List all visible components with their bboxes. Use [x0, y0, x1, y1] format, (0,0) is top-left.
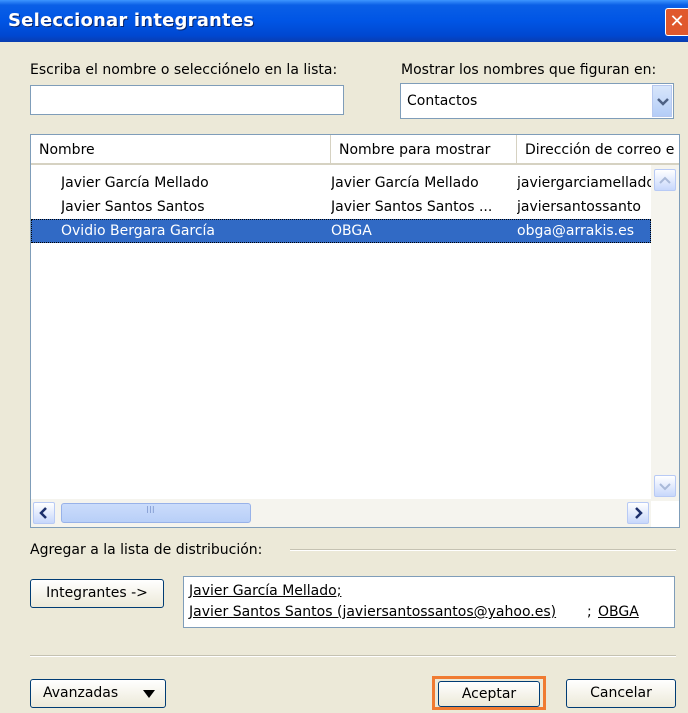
scroll-thumb[interactable]: III	[61, 503, 251, 523]
title-bar[interactable]: Seleccionar integrantes ✕	[0, 0, 688, 42]
footer-divider	[30, 655, 676, 657]
contact-email: obga@arrakis.es	[517, 223, 634, 239]
column-header-email[interactable]: Dirección de correo e	[517, 135, 679, 163]
scroll-left-icon	[39, 507, 47, 519]
group-divider	[290, 549, 676, 551]
contact-display-name: Javier García Mellado	[331, 175, 479, 191]
member-link[interactable]: OBGA	[598, 604, 639, 620]
contact-display-name: Javier Santos Santos ...	[331, 199, 493, 215]
scroll-grip: III	[146, 505, 155, 516]
distribution-label: Agregar a la lista de distribución:	[30, 542, 263, 558]
close-button[interactable]: ✕	[665, 8, 688, 36]
scroll-right-button[interactable]	[627, 502, 649, 524]
member-link[interactable]: Javier García Mellado;	[189, 583, 341, 599]
contacts-list[interactable]: Nombre Nombre para mostrar Dirección de …	[30, 134, 680, 528]
contact-email: javiersantossanto	[517, 199, 641, 215]
contact-email: javiergarciamelladd	[517, 175, 651, 191]
scroll-left-button[interactable]	[33, 502, 55, 524]
scroll-right-icon	[635, 507, 643, 519]
column-header-name[interactable]: Nombre	[31, 135, 331, 163]
member-separator: ;	[587, 604, 592, 620]
search-input[interactable]	[30, 85, 344, 115]
cancel-button[interactable]: Cancelar	[566, 679, 676, 708]
contact-display-name: OBGA	[331, 223, 372, 239]
dropdown-button[interactable]	[652, 85, 672, 117]
members-field[interactable]: Javier García Mellado; Javier Santos San…	[183, 576, 675, 628]
search-label: Escriba el nombre o selecciónelo en la l…	[30, 62, 338, 78]
scroll-down-button[interactable]	[654, 475, 676, 497]
scroll-up-button[interactable]	[654, 169, 676, 191]
list-item[interactable]: Javier Santos Santos Javier Santos Santo…	[31, 195, 651, 219]
member-link[interactable]: Javier Santos Santos (javiersantossantos…	[189, 604, 556, 620]
vertical-scrollbar[interactable]	[651, 165, 679, 501]
scroll-down-icon	[659, 483, 671, 491]
address-book-value: Contactos	[407, 93, 478, 109]
contact-name: Ovidio Bergara García	[61, 223, 216, 239]
dialog-window: Seleccionar integrantes ✕ Escriba el nom…	[0, 0, 688, 713]
list-header: Nombre Nombre para mostrar Dirección de …	[31, 135, 679, 165]
window-title: Seleccionar integrantes	[8, 10, 255, 31]
contact-name: Javier García Mellado	[61, 175, 209, 191]
address-book-select[interactable]: Contactos	[400, 83, 674, 119]
list-item-selected[interactable]: Ovidio Bergara García OBGA obga@arrakis.…	[31, 219, 651, 243]
chevron-down-icon	[657, 98, 669, 106]
scroll-up-icon	[659, 176, 671, 184]
show-in-label: Mostrar los nombres que figuran en:	[401, 62, 657, 78]
list-item[interactable]: Javier García Mellado Javier García Mell…	[31, 171, 651, 195]
contact-name: Javier Santos Santos	[61, 199, 205, 215]
advanced-button-label: Avanzadas	[43, 685, 119, 701]
advanced-button[interactable]: Avanzadas	[30, 679, 166, 708]
add-members-button[interactable]: Integrantes ->	[30, 579, 164, 608]
close-icon: ✕	[669, 11, 685, 32]
horizontal-scrollbar[interactable]: III	[31, 499, 651, 527]
column-header-display-name[interactable]: Nombre para mostrar	[331, 135, 517, 163]
ok-button-highlight	[432, 676, 546, 710]
caret-down-icon	[143, 690, 155, 698]
